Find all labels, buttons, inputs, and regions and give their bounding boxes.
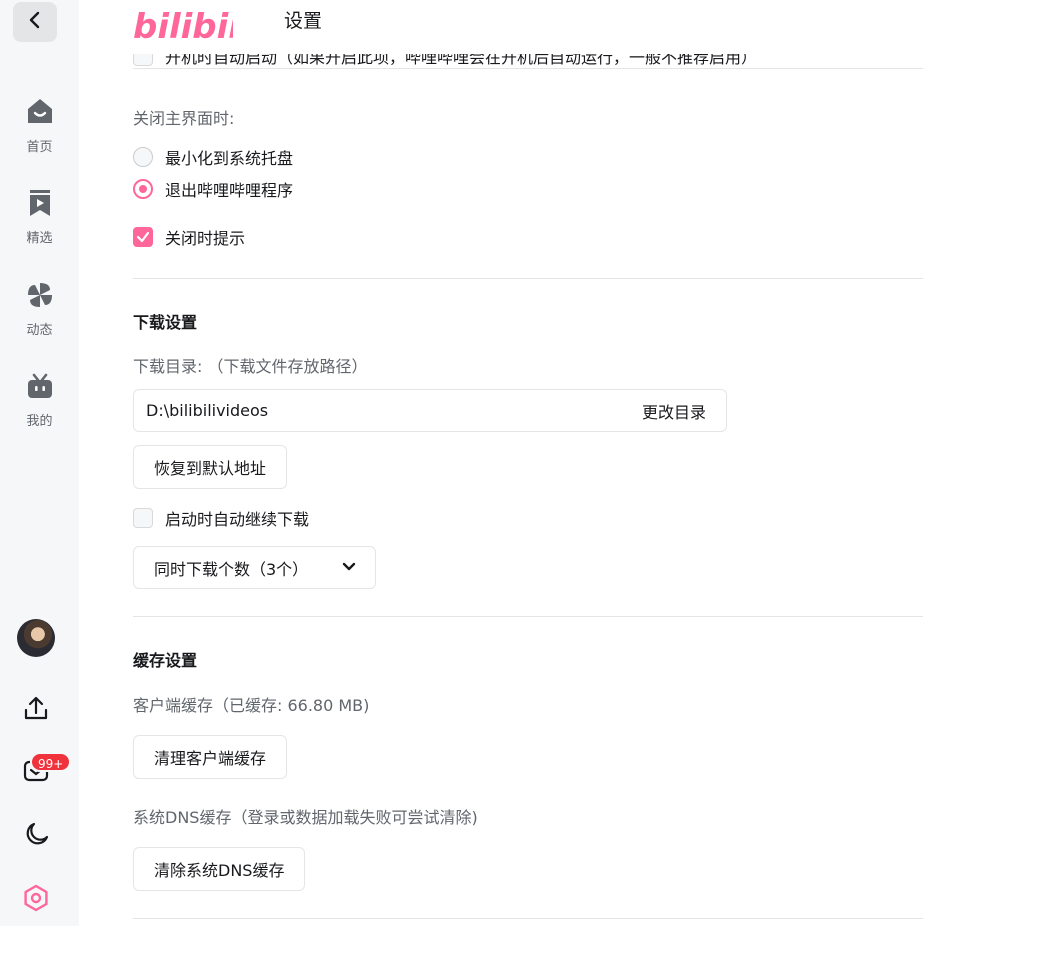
divider	[133, 918, 923, 919]
prompt-on-close-label: 关闭时提示	[165, 229, 246, 248]
clear-client-cache-button[interactable]: 清理客户端缓存	[133, 735, 288, 779]
change-dir-button[interactable]: 更改目录	[642, 399, 706, 423]
settings-icon	[22, 884, 50, 916]
sidebar-item-mine[interactable]: 我的	[0, 372, 79, 429]
auto-start-row[interactable]: 开机时自动启动（如果开启此项，哔哩哔哩会在开机后自动运行，一般不推荐启用）	[133, 54, 923, 68]
auto-start-checkbox[interactable]	[133, 54, 153, 66]
close-behavior-label: 关闭主界面时:	[133, 109, 235, 128]
bookmark-play-icon	[27, 189, 53, 221]
auto-start-label: 开机时自动启动（如果开启此项，哔哩哔哩会在开机后自动运行，一般不推荐启用）	[165, 54, 758, 67]
sidebar-item-label: 精选	[26, 231, 53, 246]
chevron-down-icon	[341, 558, 357, 577]
sidebar: 首页 精选 动态 我的 99+	[0, 0, 79, 926]
auto-resume-row[interactable]: 启动时自动继续下载	[133, 506, 309, 530]
prompt-on-close-row[interactable]: 关闭时提示	[133, 225, 245, 249]
prompt-on-close-checkbox[interactable]	[133, 227, 153, 247]
divider	[133, 278, 923, 279]
tv-icon	[26, 372, 54, 404]
settings-button[interactable]	[18, 882, 54, 918]
option-label: 最小化到系统托盘	[165, 149, 294, 168]
sidebar-item-featured[interactable]: 精选	[0, 189, 79, 246]
messages-badge: 99+	[30, 752, 72, 772]
cache-section-title: 缓存设置	[133, 651, 198, 670]
sidebar-item-label: 首页	[26, 140, 53, 155]
minimize-radio[interactable]	[133, 147, 153, 167]
sidebar-item-dynamic[interactable]: 动态	[0, 281, 79, 338]
dns-cache-label: 系统DNS缓存（登录或数据加载失败可尝试清除)	[133, 808, 478, 827]
divider	[133, 616, 923, 617]
pinwheel-icon	[26, 281, 54, 313]
download-dir-value: D:\bilibilivideos	[146, 401, 269, 420]
option-label: 退出哔哩哔哩程序	[165, 181, 294, 200]
theme-toggle-button[interactable]	[18, 818, 54, 854]
upload-button[interactable]	[18, 692, 54, 728]
upload-icon	[22, 694, 50, 726]
bilibili-logo: bilibili	[133, 0, 253, 48]
download-section-title: 下载设置	[133, 313, 198, 332]
client-cache-label: 客户端缓存（已缓存: 66.80 MB)	[133, 696, 370, 715]
restore-default-button[interactable]: 恢复到默认地址	[133, 445, 288, 489]
svg-text:bilibili: bilibili	[133, 7, 233, 44]
back-button[interactable]	[13, 2, 57, 42]
home-icon	[25, 96, 55, 130]
option-exit-program[interactable]: 退出哔哩哔哩程序	[133, 177, 293, 201]
sidebar-item-label: 我的	[26, 414, 53, 429]
divider	[133, 68, 923, 69]
concurrent-downloads-select[interactable]: 同时下载个数（3个）	[133, 546, 376, 589]
exit-radio[interactable]	[133, 179, 153, 199]
option-minimize-to-tray[interactable]: 最小化到系统托盘	[133, 145, 293, 169]
avatar[interactable]	[17, 619, 55, 657]
concurrent-downloads-value: 同时下载个数（3个）	[154, 559, 309, 579]
chevron-left-icon	[28, 10, 42, 34]
auto-resume-label: 启动时自动继续下载	[165, 510, 310, 529]
clear-dns-cache-button[interactable]: 清除系统DNS缓存	[133, 847, 306, 891]
sidebar-item-home[interactable]: 首页	[0, 96, 79, 155]
download-dir-label: 下载目录: （下载文件存放路径）	[133, 357, 368, 376]
sidebar-item-label: 动态	[26, 323, 53, 338]
moon-icon	[22, 820, 50, 852]
page-title: 设置	[284, 10, 323, 32]
download-dir-field: D:\bilibilivideos 更改目录	[133, 389, 727, 432]
auto-resume-checkbox[interactable]	[133, 508, 153, 528]
checkmark-icon	[136, 231, 150, 243]
